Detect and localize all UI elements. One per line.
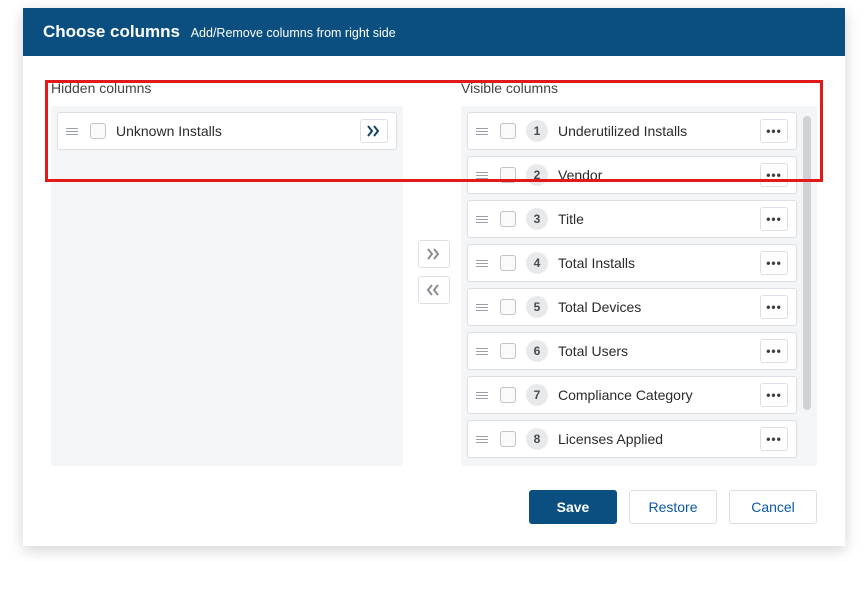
visible-columns-list: 1 Underutilized Installs ••• 2 Vendor ••… (467, 112, 799, 460)
modal-header: Choose columns Add/Remove columns from r… (23, 8, 845, 56)
column-label: Total Devices (558, 299, 760, 315)
double-chevron-right-icon (427, 248, 441, 260)
modal-footer: Save Restore Cancel (23, 476, 845, 546)
order-badge: 6 (526, 340, 548, 362)
row-menu-button[interactable]: ••• (760, 119, 788, 143)
order-badge: 1 (526, 120, 548, 142)
order-badge: 8 (526, 428, 548, 450)
list-item[interactable]: 4 Total Installs ••• (467, 244, 797, 282)
scrollbar[interactable] (803, 112, 811, 460)
list-item[interactable]: 7 Compliance Category ••• (467, 376, 797, 414)
order-badge: 3 (526, 208, 548, 230)
save-button[interactable]: Save (529, 490, 617, 524)
modal-body: Hidden columns Unknown Installs (23, 56, 845, 476)
column-label: Licenses Applied (558, 431, 760, 447)
kebab-icon: ••• (766, 212, 782, 226)
row-checkbox[interactable] (500, 123, 516, 139)
kebab-icon: ••• (766, 124, 782, 138)
drag-handle-icon[interactable] (476, 436, 488, 443)
drag-handle-icon[interactable] (66, 128, 78, 135)
visible-columns-title: Visible columns (461, 80, 817, 96)
row-checkbox[interactable] (500, 211, 516, 227)
row-menu-button[interactable]: ••• (760, 207, 788, 231)
column-label: Title (558, 211, 760, 227)
drag-handle-icon[interactable] (476, 348, 488, 355)
order-badge: 5 (526, 296, 548, 318)
row-checkbox[interactable] (90, 123, 106, 139)
row-checkbox[interactable] (500, 387, 516, 403)
row-checkbox[interactable] (500, 255, 516, 271)
row-checkbox[interactable] (500, 167, 516, 183)
choose-columns-modal: Choose columns Add/Remove columns from r… (23, 8, 845, 546)
move-all-right-button[interactable] (418, 240, 450, 268)
kebab-icon: ••• (766, 344, 782, 358)
drag-handle-icon[interactable] (476, 128, 488, 135)
kebab-icon: ••• (766, 168, 782, 182)
visible-columns-panel: Visible columns 1 Underutilized Installs… (461, 80, 817, 466)
list-item[interactable]: 1 Underutilized Installs ••• (467, 112, 797, 150)
list-item[interactable]: 2 Vendor ••• (467, 156, 797, 194)
list-item[interactable]: 3 Title ••• (467, 200, 797, 238)
row-checkbox[interactable] (500, 343, 516, 359)
kebab-icon: ••• (766, 300, 782, 314)
kebab-icon: ••• (766, 388, 782, 402)
list-item[interactable]: Unknown Installs (57, 112, 397, 150)
column-label: Total Users (558, 343, 760, 359)
drag-handle-icon[interactable] (476, 172, 488, 179)
drag-handle-icon[interactable] (476, 304, 488, 311)
list-item[interactable]: 5 Total Devices ••• (467, 288, 797, 326)
scrollbar-thumb[interactable] (803, 116, 811, 410)
move-right-button[interactable] (360, 119, 388, 143)
column-label: Compliance Category (558, 387, 760, 403)
drag-handle-icon[interactable] (476, 392, 488, 399)
cancel-button[interactable]: Cancel (729, 490, 817, 524)
column-label: Vendor (558, 167, 760, 183)
order-badge: 2 (526, 164, 548, 186)
order-badge: 4 (526, 252, 548, 274)
row-menu-button[interactable]: ••• (760, 427, 788, 451)
column-label: Underutilized Installs (558, 123, 760, 139)
order-badge: 7 (526, 384, 548, 406)
drag-handle-icon[interactable] (476, 260, 488, 267)
kebab-icon: ••• (766, 256, 782, 270)
hidden-columns-panel: Hidden columns Unknown Installs (51, 80, 407, 466)
row-menu-button[interactable]: ••• (760, 251, 788, 275)
row-checkbox[interactable] (500, 299, 516, 315)
column-label: Unknown Installs (116, 123, 360, 139)
list-item[interactable]: 8 Licenses Applied ••• (467, 420, 797, 458)
double-chevron-right-icon (367, 125, 381, 137)
list-item[interactable]: 6 Total Users ••• (467, 332, 797, 370)
row-menu-button[interactable]: ••• (760, 295, 788, 319)
row-menu-button[interactable]: ••• (760, 383, 788, 407)
row-menu-button[interactable]: ••• (760, 339, 788, 363)
visible-columns-container: 1 Underutilized Installs ••• 2 Vendor ••… (461, 106, 817, 466)
double-chevron-left-icon (427, 284, 441, 296)
row-menu-button[interactable]: ••• (760, 163, 788, 187)
row-checkbox[interactable] (500, 431, 516, 447)
restore-button[interactable]: Restore (629, 490, 717, 524)
drag-handle-icon[interactable] (476, 216, 488, 223)
modal-title: Choose columns (43, 22, 180, 41)
kebab-icon: ••• (766, 432, 782, 446)
transfer-controls (407, 80, 461, 304)
move-all-left-button[interactable] (418, 276, 450, 304)
hidden-columns-list: Unknown Installs (51, 106, 403, 466)
modal-subtitle: Add/Remove columns from right side (191, 26, 396, 40)
hidden-columns-title: Hidden columns (51, 80, 407, 96)
column-label: Total Installs (558, 255, 760, 271)
